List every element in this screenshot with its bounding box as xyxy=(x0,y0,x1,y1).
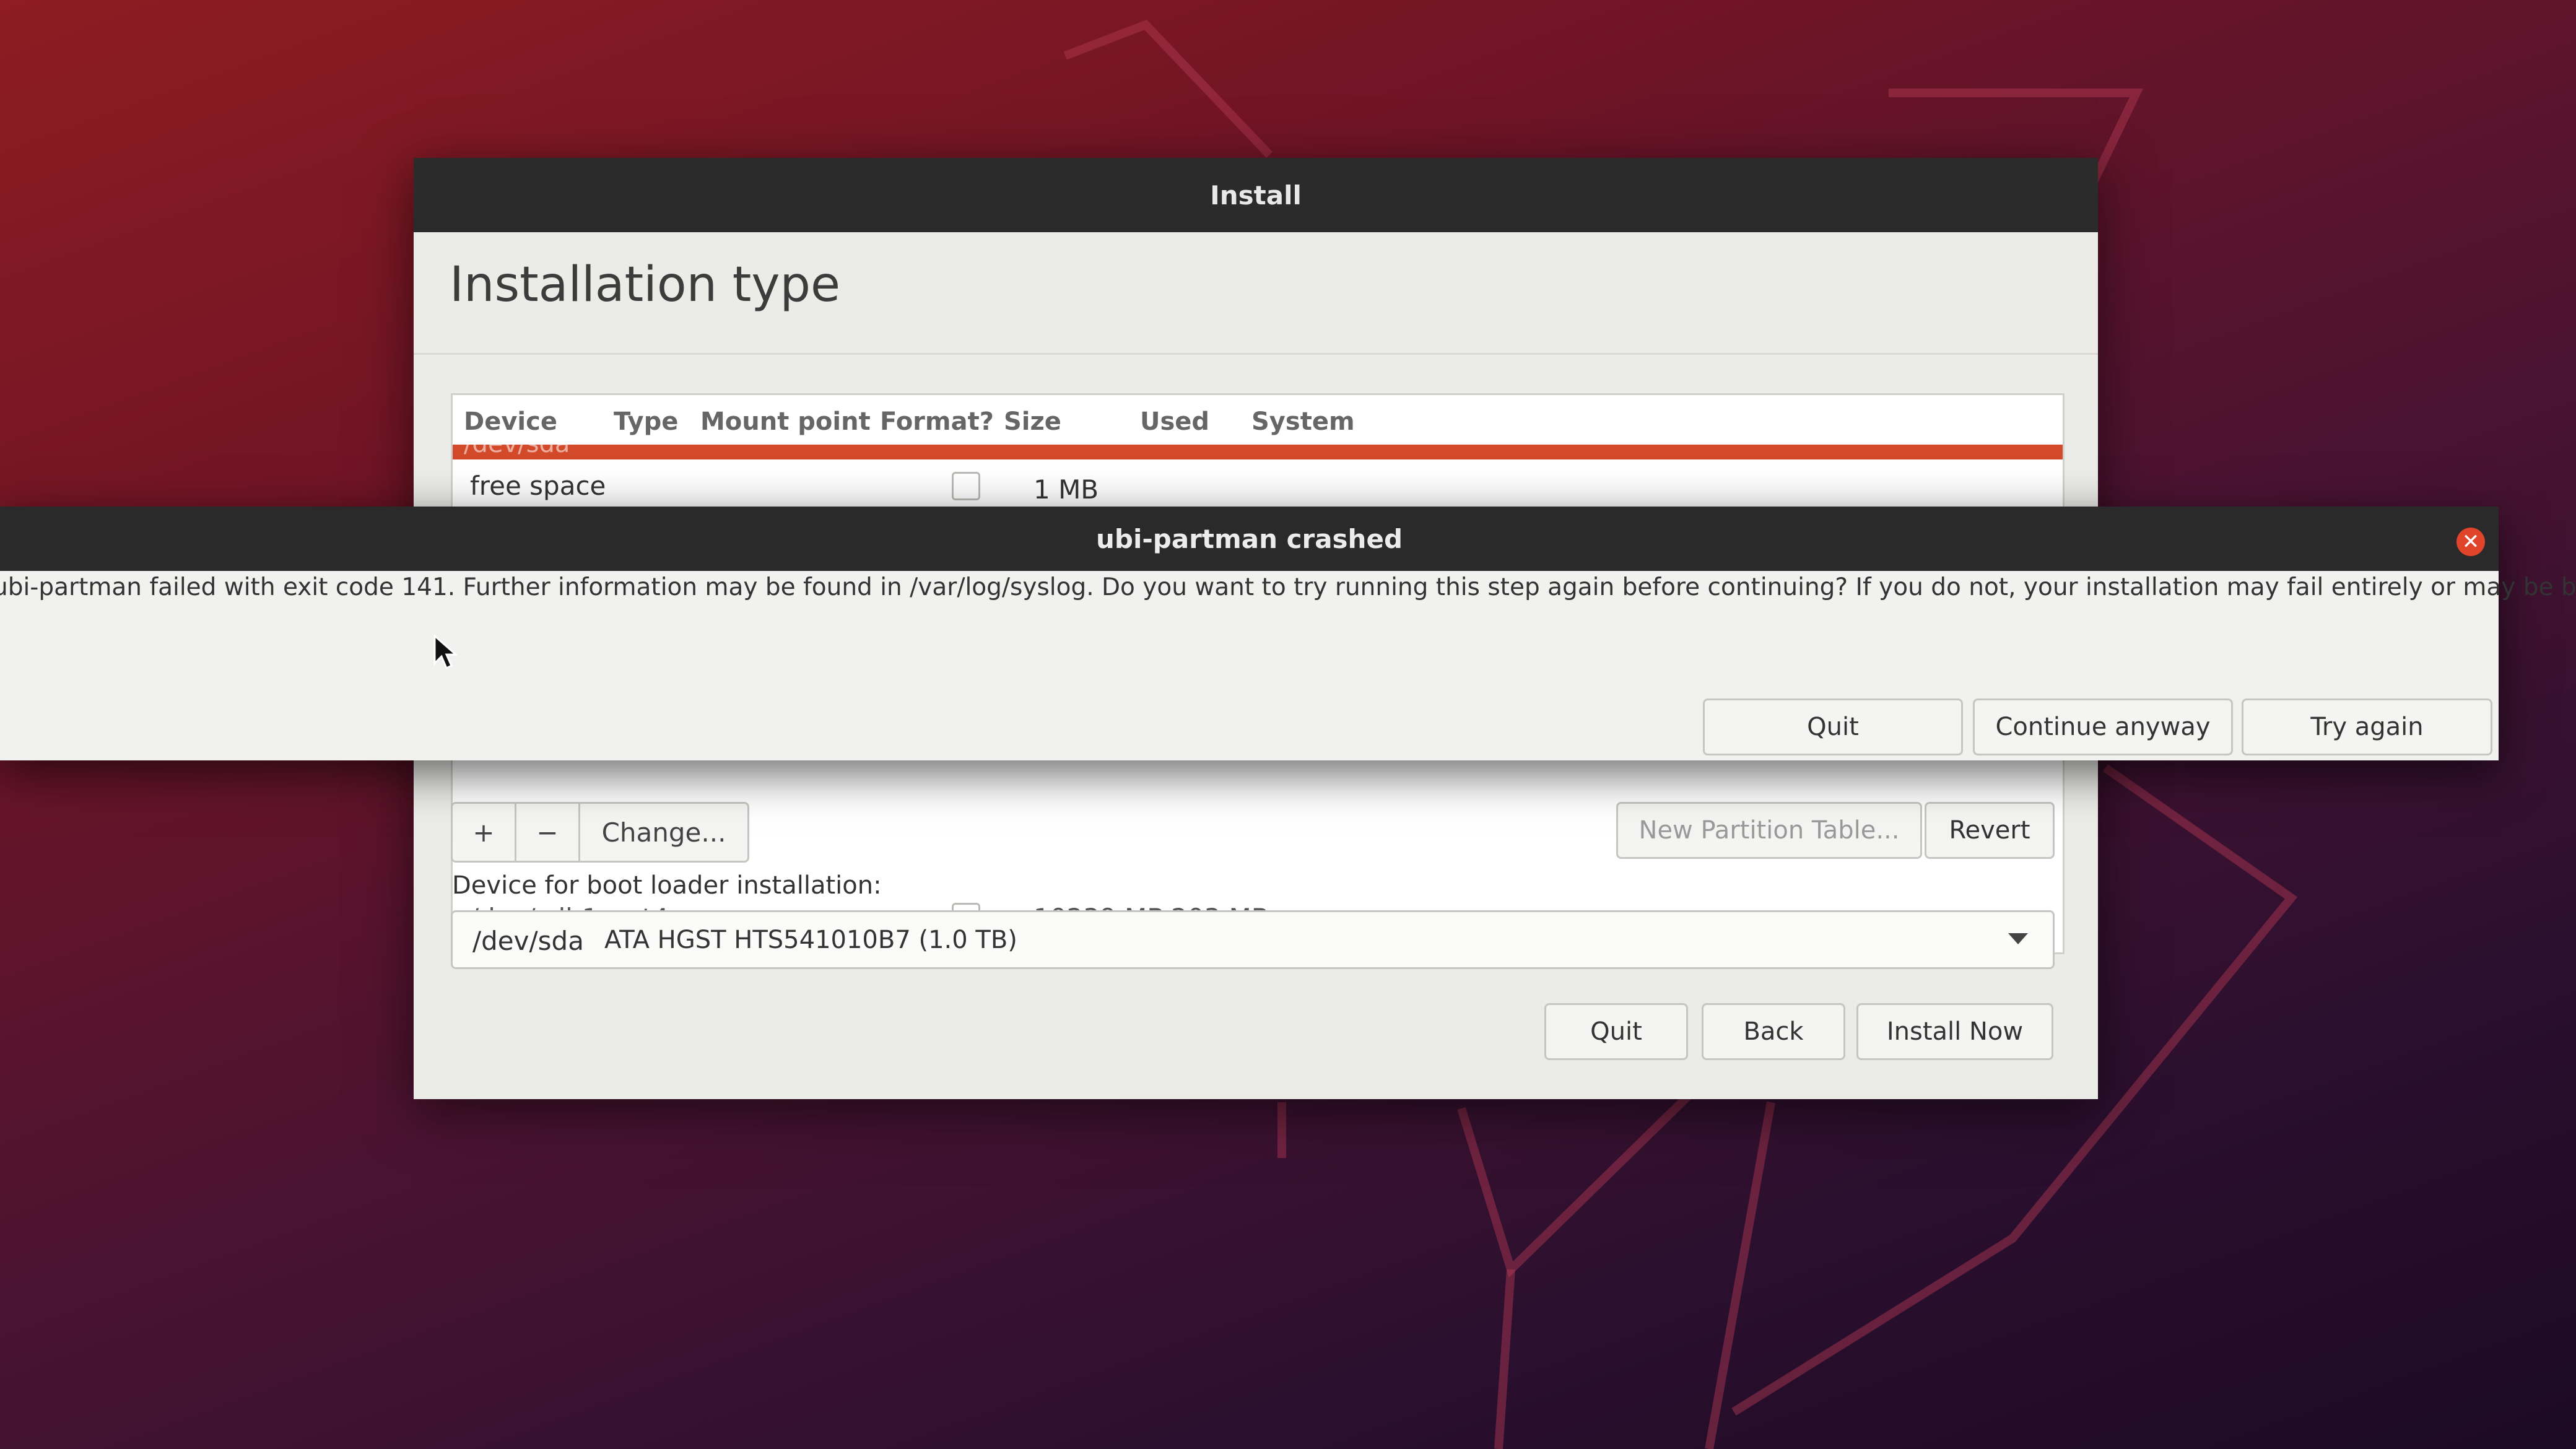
row-device: free space xyxy=(470,471,606,501)
close-icon[interactable]: ✕ xyxy=(2456,528,2485,556)
bootloader-device: /dev/sda xyxy=(472,926,584,956)
desktop-background: Install Installation type Device Type Mo… xyxy=(0,0,2576,1449)
continue-anyway-button[interactable]: Continue anyway xyxy=(1973,698,2233,755)
mouse-pointer-icon xyxy=(433,635,458,670)
bootloader-device-dropdown[interactable]: /dev/sda ATA HGST HTS541010B7 (1.0 TB) xyxy=(451,910,2055,969)
bootloader-label: Device for boot loader installation: xyxy=(452,871,882,900)
column-header-used[interactable]: Used xyxy=(1140,407,1209,436)
column-header-type[interactable]: Type xyxy=(614,407,678,436)
row-size: 1 MB xyxy=(1033,474,1099,505)
add-partition-button[interactable]: + xyxy=(453,804,516,861)
column-header-format[interactable]: Format? xyxy=(880,407,994,436)
selected-row-device: /dev/sda xyxy=(464,430,570,458)
crash-quit-button[interactable]: Quit xyxy=(1703,698,1963,755)
remove-partition-button[interactable]: − xyxy=(516,804,580,861)
back-button[interactable]: Back xyxy=(1702,1003,1845,1060)
table-row-selected[interactable] xyxy=(453,445,2063,459)
crash-dialog-titlebar: ubi-partman crashed xyxy=(0,507,2499,571)
column-header-mount-point[interactable]: Mount point xyxy=(700,407,871,436)
column-header-size[interactable]: Size xyxy=(1004,407,1061,436)
new-partition-table-button[interactable]: New Partition Table... xyxy=(1616,802,1922,859)
install-now-button[interactable]: Install Now xyxy=(1856,1003,2053,1060)
try-again-button[interactable]: Try again xyxy=(2242,698,2492,755)
install-window-titlebar: Install xyxy=(414,158,2098,232)
quit-button[interactable]: Quit xyxy=(1544,1003,1688,1060)
column-header-system[interactable]: System xyxy=(1251,407,1355,436)
crash-dialog: ubi-partman crashed ✕ ubi-partman failed… xyxy=(0,507,2576,760)
revert-button[interactable]: Revert xyxy=(1925,802,2055,859)
crash-message: ubi-partman failed with exit code 141. F… xyxy=(0,573,2576,601)
chevron-down-icon xyxy=(2008,933,2028,944)
format-checkbox[interactable] xyxy=(952,472,980,500)
partition-toolbar: + − Change... xyxy=(451,802,749,863)
title-separator xyxy=(414,353,2098,355)
page-title: Installation type xyxy=(450,257,841,313)
change-partition-button[interactable]: Change... xyxy=(580,804,747,861)
bootloader-device-model: ATA HGST HTS541010B7 (1.0 TB) xyxy=(604,926,1017,954)
